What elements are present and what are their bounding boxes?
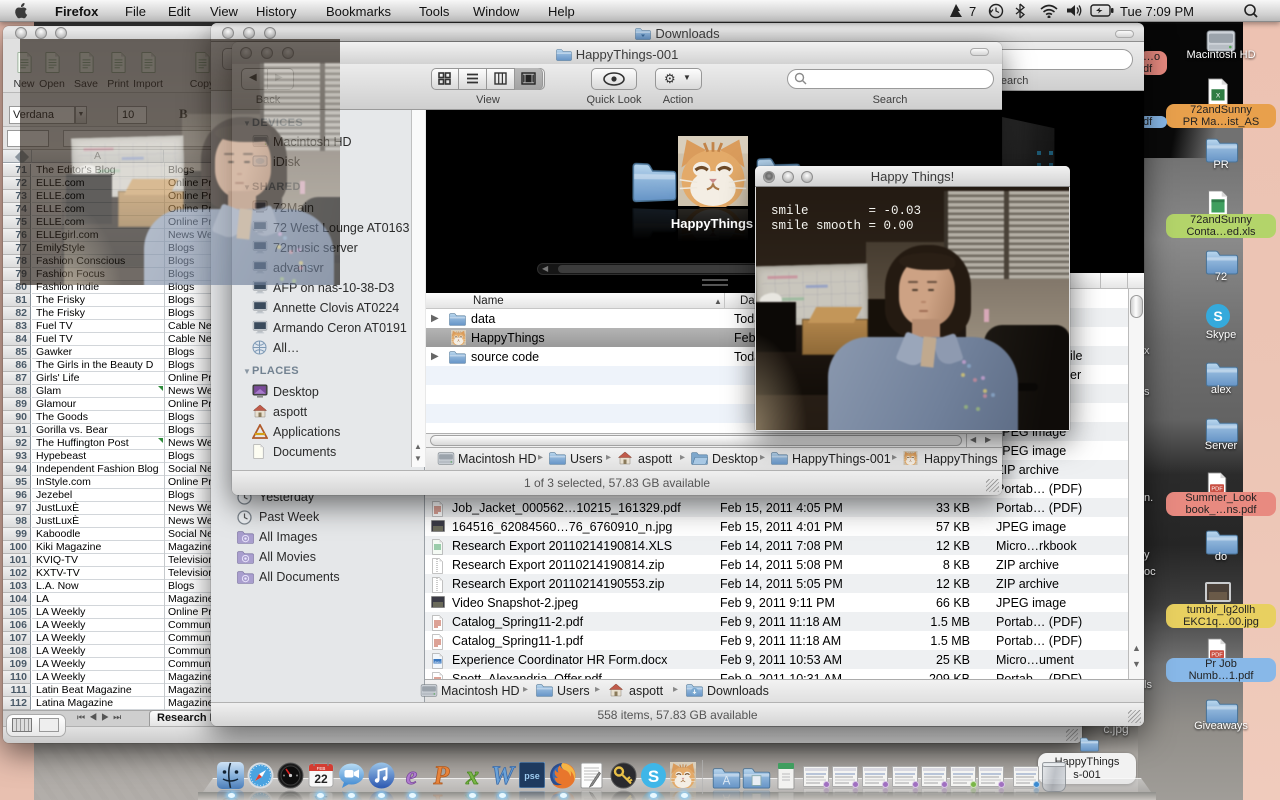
svg-text:x: x xyxy=(465,762,479,789)
svg-text:P: P xyxy=(433,762,451,789)
svg-text:22: 22 xyxy=(314,772,328,786)
svg-text:pse: pse xyxy=(524,771,540,781)
svg-text:e: e xyxy=(406,762,418,789)
svg-text:docx: docx xyxy=(434,660,441,664)
svg-text:S: S xyxy=(1213,308,1222,324)
svg-text:W: W xyxy=(491,762,516,789)
svg-text:S: S xyxy=(648,767,659,786)
svg-text:FEB: FEB xyxy=(316,766,325,771)
svg-text:X: X xyxy=(1216,93,1221,100)
svg-text:A: A xyxy=(722,776,730,788)
